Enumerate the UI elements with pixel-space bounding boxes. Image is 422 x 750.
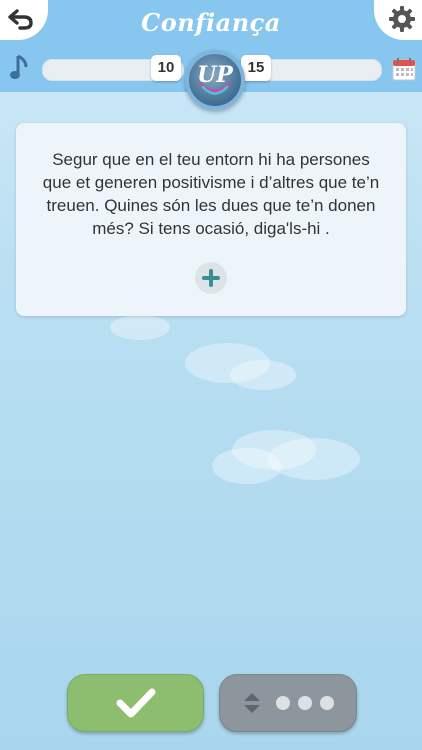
top-bar: Confiança 10 15 UP: [0, 0, 422, 110]
more-dot: [320, 696, 334, 710]
background-cloud: [268, 438, 360, 480]
sort-arrows-icon: [244, 693, 260, 713]
add-answer-button[interactable]: [195, 262, 227, 294]
gear-icon: [389, 6, 415, 32]
question-text: Segur que en el teu entorn hi ha persone…: [42, 150, 380, 238]
page-title: Confiança: [141, 8, 281, 37]
smile-arc-icon: [199, 82, 231, 95]
next-level: 15: [241, 55, 271, 81]
confirm-button[interactable]: [67, 674, 204, 732]
checkmark-icon: [116, 688, 156, 718]
current-level: 10: [151, 55, 181, 81]
background-cloud: [212, 448, 282, 484]
more-options-button[interactable]: [219, 674, 357, 732]
up-badge[interactable]: UP: [185, 50, 245, 110]
background-cloud: [110, 315, 170, 340]
music-note-icon[interactable]: [10, 54, 32, 82]
calendar-icon[interactable]: [392, 57, 416, 81]
background-cloud: [230, 360, 296, 390]
more-dot: [298, 696, 312, 710]
more-dot: [276, 696, 290, 710]
question-card: Segur que en el teu entorn hi ha persone…: [16, 123, 406, 316]
